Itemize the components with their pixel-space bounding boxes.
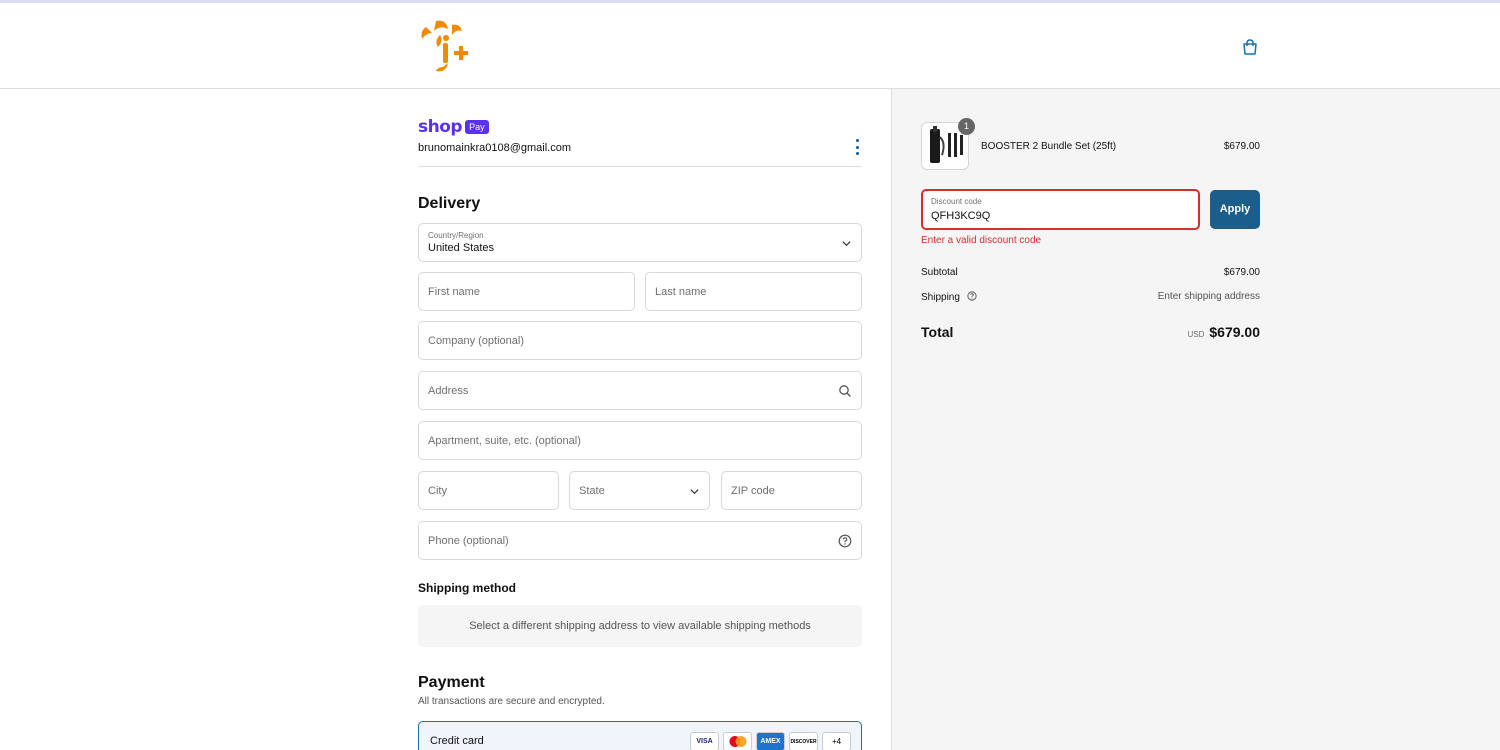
account-email: brunomainkra0108@gmail.com <box>418 142 572 154</box>
address-field[interactable]: Address <box>418 371 862 410</box>
country-select[interactable]: Country/Region United States <box>418 223 862 262</box>
payment-heading: Payment <box>418 674 485 691</box>
subtotal-row: Subtotal $679.00 <box>921 267 1260 278</box>
total-label: Total <box>921 324 954 340</box>
last-name-field[interactable]: Last name <box>645 272 862 311</box>
amex-icon: AMEX <box>756 732 785 750</box>
product-name: BOOSTER 2 Bundle Set (25ft) <box>981 141 1117 152</box>
currency-code: USD <box>1187 330 1205 339</box>
zip-field[interactable]: ZIP code <box>721 471 862 510</box>
company-field[interactable]: Company (optional) <box>418 321 862 360</box>
company-placeholder: Company (optional) <box>428 335 524 347</box>
shipping-label: Shipping <box>921 292 960 303</box>
apply-discount-button[interactable]: Apply <box>1210 190 1260 229</box>
country-label: Country/Region <box>428 231 484 240</box>
chevron-down-icon <box>842 241 851 247</box>
card-brands: VISA AMEX DISCOVER +4 <box>690 732 851 750</box>
city-placeholder: City <box>428 485 447 497</box>
more-cards-badge: +4 <box>822 732 851 750</box>
apartment-placeholder: Apartment, suite, etc. (optional) <box>428 435 581 447</box>
credit-card-label: Credit card <box>430 735 484 747</box>
subtotal-value: $679.00 <box>1223 267 1260 278</box>
address-placeholder: Address <box>428 385 469 397</box>
state-select[interactable]: State <box>569 471 710 510</box>
mastercard-icon <box>723 732 752 750</box>
city-field[interactable]: City <box>418 471 559 510</box>
delivery-heading: Delivery <box>418 195 481 212</box>
shop-pay-word: shop <box>418 117 463 137</box>
brand-logo[interactable] <box>416 17 474 75</box>
credit-card-option[interactable]: Credit card VISA AMEX DISCOVER +4 <box>418 721 862 750</box>
zip-placeholder: ZIP code <box>731 485 775 497</box>
phone-placeholder: Phone (optional) <box>428 535 509 547</box>
discover-icon: DISCOVER <box>789 732 818 750</box>
subtotal-label: Subtotal <box>921 267 958 278</box>
divider <box>418 166 862 167</box>
phone-field[interactable]: Phone (optional) <box>418 521 862 560</box>
shipping-value: Enter shipping address <box>1157 291 1260 302</box>
kebab-menu-icon[interactable] <box>854 139 860 155</box>
shopping-bag-icon[interactable] <box>1241 38 1259 56</box>
state-placeholder: State <box>579 485 605 497</box>
discount-error-message: Enter a valid discount code <box>921 235 1042 246</box>
search-icon <box>839 385 851 397</box>
discount-code-input[interactable]: Discount code QFH3KC9Q <box>921 189 1200 230</box>
apartment-field[interactable]: Apartment, suite, etc. (optional) <box>418 421 862 460</box>
payment-subtext: All transactions are secure and encrypte… <box>418 696 605 707</box>
discount-code-label: Discount code <box>931 197 982 206</box>
shop-pay-badge: Pay <box>465 120 489 134</box>
last-name-placeholder: Last name <box>655 286 707 298</box>
site-header <box>0 3 1500 89</box>
product-price: $679.00 <box>1223 141 1260 152</box>
shipping-method-hint: Select a different shipping address to v… <box>418 605 862 647</box>
discount-code-value: QFH3KC9Q <box>931 210 991 222</box>
shipping-method-heading: Shipping method <box>418 581 516 595</box>
first-name-placeholder: First name <box>428 286 480 298</box>
shipping-row: Shipping Enter shipping address <box>921 291 1260 303</box>
help-circle-icon[interactable] <box>838 534 852 548</box>
visa-icon: VISA <box>690 732 719 750</box>
first-name-field[interactable]: First name <box>418 272 635 311</box>
quantity-badge: 1 <box>958 118 975 135</box>
shop-pay-logo: shop Pay <box>418 117 489 137</box>
total-value: $679.00 <box>1209 324 1260 340</box>
chevron-down-icon <box>690 489 699 495</box>
country-value: United States <box>428 242 495 254</box>
total-amount: USD $679.00 <box>1188 324 1261 340</box>
help-circle-icon[interactable] <box>967 291 977 301</box>
